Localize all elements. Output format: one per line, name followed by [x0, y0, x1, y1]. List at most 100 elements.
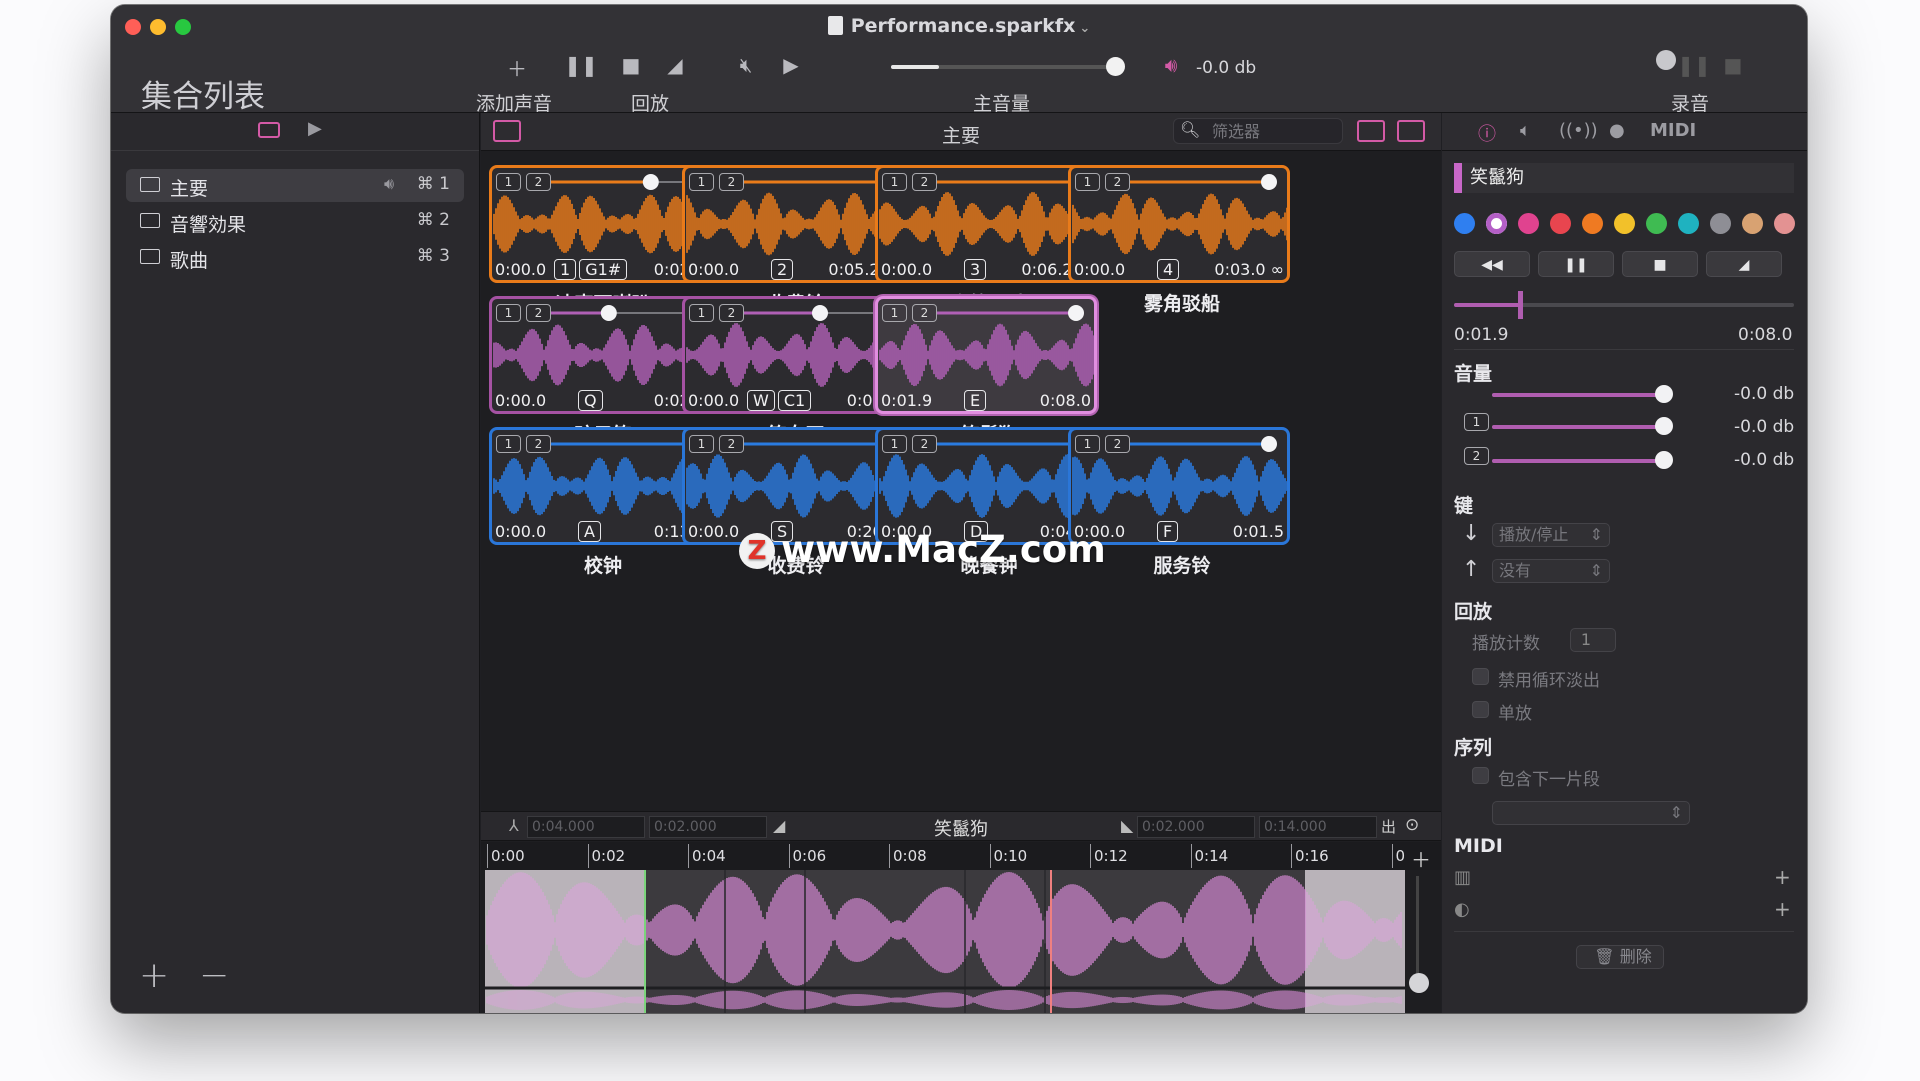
color-swatch[interactable] [1518, 213, 1539, 234]
master-volume-knob[interactable] [1106, 57, 1125, 76]
add-set-button[interactable]: + [139, 955, 169, 996]
sound-card[interactable]: 1 2 0:00.0 2 0:05.2 ∞ [682, 165, 904, 283]
single-play-checkbox[interactable] [1472, 701, 1489, 718]
color-swatch[interactable] [1774, 213, 1795, 234]
sound-card[interactable]: 1 2 0:00.0 Q 0:02.2 [489, 296, 711, 414]
info-icon[interactable]: ⓘ [1478, 120, 1496, 146]
sidebar-item-sound-effects[interactable]: 音響効果 ⌘ 2 [126, 205, 464, 238]
add-midi-note-button[interactable]: + [1774, 865, 1791, 889]
sound-card[interactable]: 1 2 0:00.0 1 G1# 0:02.6 [489, 165, 711, 283]
stop-button[interactable]: ■ [1622, 251, 1698, 277]
channel-2-chip[interactable]: 2 [526, 173, 551, 191]
channel-1-chip[interactable]: 1 [1075, 435, 1100, 453]
ramp-down-icon[interactable]: ◣ [1121, 816, 1133, 835]
pause-button[interactable]: ❚❚ [1538, 251, 1614, 277]
stop-button[interactable]: ■ [611, 53, 651, 77]
play-button[interactable]: ▶ [771, 53, 811, 77]
timeline-waveform[interactable] [485, 870, 1405, 1013]
include-next-checkbox[interactable] [1472, 767, 1489, 784]
master-volume-slider[interactable] [891, 65, 1111, 69]
channel-2-chip[interactable]: 2 [912, 304, 937, 322]
position-playhead[interactable] [1518, 291, 1523, 319]
fade-button[interactable]: ◢ [655, 53, 695, 77]
channel-1-chip[interactable]: 1 [496, 304, 521, 322]
sound-card[interactable]: 1 2 0:00.0 4 0:03.0 ∞ [1068, 165, 1290, 283]
zoom-slider[interactable] [1416, 876, 1419, 986]
channel-2-chip[interactable]: 2 [526, 304, 551, 322]
color-swatch[interactable] [1742, 213, 1763, 234]
pause-button[interactable]: ❚❚ [561, 53, 601, 77]
broadcast-icon[interactable]: ((•)) [1559, 120, 1598, 141]
play-icon[interactable]: ▶ [308, 118, 322, 139]
inspector-toggle-icon[interactable] [1397, 120, 1425, 142]
channel-2-chip[interactable]: 2 [526, 435, 551, 453]
channel-2-chip[interactable]: 2 [1105, 173, 1130, 191]
color-swatch[interactable] [1454, 213, 1475, 234]
disable-loop-fade-checkbox[interactable] [1472, 668, 1489, 685]
record-stop-button[interactable]: ■ [1713, 53, 1753, 77]
more-options-icon[interactable]: ⊙ [1405, 815, 1419, 835]
color-swatch[interactable] [1710, 213, 1731, 234]
midi-tab[interactable]: MIDI [1650, 120, 1696, 141]
key-up-popup[interactable]: 没有 ⇕ [1492, 559, 1610, 583]
channel-2-slider[interactable] [1492, 459, 1664, 463]
sound-card[interactable]: 1 2 0:00.0 A 0:13.8 [489, 427, 711, 545]
sequence-popup[interactable]: ⇕ [1492, 801, 1690, 825]
speaker-icon[interactable]: 🔈︎ [1520, 120, 1531, 141]
export-icon[interactable]: 出 [1381, 816, 1396, 837]
volume-slider[interactable] [1492, 393, 1664, 397]
channel-1-chip[interactable]: 1 [689, 304, 714, 322]
bottom-panel-toggle-icon[interactable] [1357, 120, 1385, 142]
channel-1-chip[interactable]: 1 [882, 304, 907, 322]
volume-knob[interactable] [1655, 385, 1673, 403]
rewind-button[interactable]: ◀◀ [1454, 251, 1530, 277]
key-down-popup[interactable]: 播放/停止 ⇕ [1492, 523, 1610, 547]
sound-card[interactable]: 1 2 0:01.9 E 0:08.0 [875, 296, 1097, 414]
channel-2-chip[interactable]: 2 [719, 173, 744, 191]
channel-1-chip[interactable]: 1 [882, 173, 907, 191]
sound-card[interactable]: 1 2 0:00.0 3 0:06.2 ∞ [875, 165, 1097, 283]
filter-field[interactable]: 🔍︎ [1173, 118, 1343, 144]
fade-button[interactable]: ◢ [1706, 251, 1782, 277]
channel-1-chip[interactable]: 1 [1075, 173, 1100, 191]
filter-input[interactable] [1212, 122, 1332, 141]
mute-icon[interactable]: 🔇︎ [726, 53, 766, 77]
color-swatch[interactable] [1582, 213, 1603, 234]
record-icon[interactable]: ● [1609, 120, 1625, 141]
speaker-icon[interactable]: 🔊︎ [1151, 53, 1191, 77]
channel-2-chip[interactable]: 2 [912, 173, 937, 191]
record-pause-button[interactable]: ❚❚ [1674, 53, 1714, 77]
delete-button[interactable]: 🗑︎ 删除 [1576, 945, 1664, 969]
remove-set-button[interactable]: − [199, 955, 229, 996]
record-button[interactable] [1656, 50, 1676, 70]
sound-name-field[interactable]: 笑鬣狗 [1454, 163, 1794, 193]
channel-1-slider[interactable] [1492, 425, 1664, 429]
zoom-in-icon[interactable]: ＋ [1411, 844, 1431, 873]
color-swatch[interactable] [1646, 213, 1667, 234]
color-swatch[interactable] [1678, 213, 1699, 234]
fade-out-start-field[interactable]: 0:02.000 [1137, 816, 1255, 838]
document-title[interactable]: Performance.sparkfx ⌄ [111, 15, 1807, 37]
position-slider[interactable] [1454, 303, 1794, 307]
channel-2-chip[interactable]: 2 [912, 435, 937, 453]
channel-2-chip[interactable]: 2 [719, 304, 744, 322]
channel-1-chip[interactable]: 1 [496, 435, 521, 453]
sidebar-item-main[interactable]: 主要 🔊︎ ⌘ 1 [126, 169, 464, 202]
channel-1-chip[interactable]: 1 [496, 173, 521, 191]
channel-2-chip[interactable]: 2 [719, 435, 744, 453]
channel-1-knob[interactable] [1655, 417, 1673, 435]
add-sound-button[interactable]: ＋ [497, 53, 537, 82]
color-swatch[interactable] [1550, 213, 1571, 234]
folder-icon[interactable] [258, 122, 280, 138]
channel-1-chip[interactable]: 1 [689, 435, 714, 453]
color-swatch[interactable] [1486, 213, 1507, 234]
channel-2-knob[interactable] [1655, 451, 1673, 469]
fade-out-end-field[interactable]: 0:14.000 [1259, 816, 1377, 838]
channel-1-chip[interactable]: 1 [882, 435, 907, 453]
sound-card[interactable]: 1 2 0:00.0 W C1 0:02.4 [682, 296, 904, 414]
channel-2-chip[interactable]: 2 [1105, 435, 1130, 453]
play-count-stepper[interactable]: 1 [1570, 628, 1616, 652]
timeline-ruler[interactable]: 0:00 0:02 0:04 0:06 0:08 0:10 0:12 0:14 0:16 0 [481, 842, 1441, 870]
channel-1-chip[interactable]: 1 [689, 173, 714, 191]
add-midi-controller-button[interactable]: + [1774, 897, 1791, 921]
